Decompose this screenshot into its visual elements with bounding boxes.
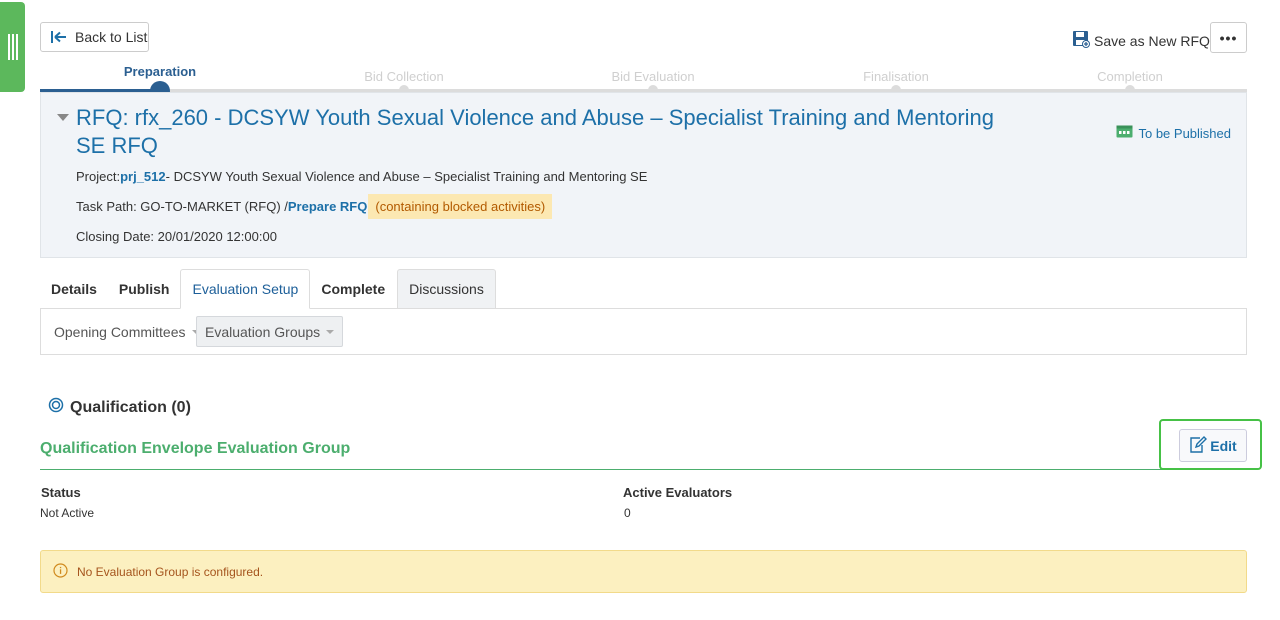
blocked-activities-badge: (containing blocked activities): [368, 194, 553, 219]
tab-publish[interactable]: Publish: [108, 269, 181, 309]
publish-status-label: To be Published: [1138, 125, 1231, 141]
collapse-caret-icon[interactable]: [57, 114, 69, 121]
qualification-heading: Qualification (0): [48, 397, 191, 418]
save-icon: [1072, 30, 1090, 51]
project-name: - DCSYW Youth Sexual Violence and Abuse …: [165, 169, 648, 184]
subtab-opening-committees-label: Opening Committees: [54, 323, 186, 340]
tab-complete[interactable]: Complete: [310, 269, 396, 309]
no-group-alert: No Evaluation Group is configured.: [40, 550, 1247, 593]
side-panel-toggle[interactable]: [0, 2, 25, 92]
process-stepper: Preparation Bid Collection Bid Evaluatio…: [40, 62, 1247, 101]
evaluation-subtabs: Opening Committees Evaluation Groups: [40, 308, 1247, 355]
subtab-evaluation-groups[interactable]: Evaluation Groups: [196, 316, 344, 347]
edit-label: Edit: [1210, 437, 1237, 454]
section-divider: [40, 469, 1247, 470]
save-as-new-rfq-button[interactable]: Save as New RFQ: [1072, 30, 1210, 51]
active-evaluators-label: Active Evaluators: [623, 485, 733, 500]
subtab-opening-committees[interactable]: Opening Committees: [46, 316, 208, 347]
edit-icon: [1189, 435, 1208, 456]
info-icon: [53, 562, 68, 581]
status-icon: [1116, 125, 1133, 141]
task-path-label: Task Path: GO-TO-MARKET (RFQ) /: [76, 199, 288, 214]
project-label: Project:: [76, 169, 121, 184]
active-evaluators-value: 0: [624, 506, 631, 520]
project-link[interactable]: prj_512: [120, 169, 166, 184]
back-to-list-button[interactable]: Back to List: [40, 22, 149, 52]
step-bid-evaluation[interactable]: Bid Evaluation: [611, 69, 694, 84]
task-path-link[interactable]: Prepare RFQ: [288, 199, 367, 214]
grip-icon: [7, 34, 18, 60]
publish-status: To be Published: [1116, 125, 1231, 141]
step-completion[interactable]: Completion: [1097, 69, 1163, 84]
tab-evaluation-setup[interactable]: Evaluation Setup: [180, 269, 311, 309]
step-finalisation[interactable]: Finalisation: [863, 69, 929, 84]
dropdown-caret-icon: [326, 329, 335, 334]
status-label: Status: [41, 485, 81, 500]
more-options-button[interactable]: •••: [1210, 22, 1247, 53]
project-line: Project:prj_512- DCSYW Youth Sexual Viol…: [76, 169, 647, 184]
subtab-evaluation-groups-label: Evaluation Groups: [205, 323, 321, 340]
step-bid-collection[interactable]: Bid Collection: [364, 69, 444, 84]
edit-button[interactable]: Edit: [1179, 429, 1247, 462]
main-tabs: Details Publish Evaluation Setup Complet…: [40, 269, 496, 309]
rfq-title: RFQ: rfx_260 - DCSYW Youth Sexual Violen…: [76, 105, 995, 158]
alert-message: No Evaluation Group is configured.: [77, 564, 264, 579]
radio-circle-icon: [48, 397, 64, 418]
step-preparation[interactable]: Preparation: [124, 64, 196, 79]
qualification-heading-label: Qualification (0): [70, 398, 191, 416]
closing-date: Closing Date: 20/01/2020 12:00:00: [76, 229, 277, 244]
tab-discussions[interactable]: Discussions: [397, 269, 496, 309]
save-as-new-rfq-label: Save as New RFQ: [1094, 32, 1210, 49]
arrow-left-bar-icon: [51, 31, 67, 43]
task-path-line: Task Path: GO-TO-MARKET (RFQ) /Prepare R…: [76, 194, 553, 219]
status-value: Not Active: [40, 506, 95, 520]
back-to-list-label: Back to List: [75, 29, 148, 45]
tab-details[interactable]: Details: [40, 269, 108, 309]
rfq-header-panel: RFQ: rfx_260 - DCSYW Youth Sexual Violen…: [40, 92, 1247, 258]
evaluation-group-title: Qualification Envelope Evaluation Group: [40, 440, 351, 457]
